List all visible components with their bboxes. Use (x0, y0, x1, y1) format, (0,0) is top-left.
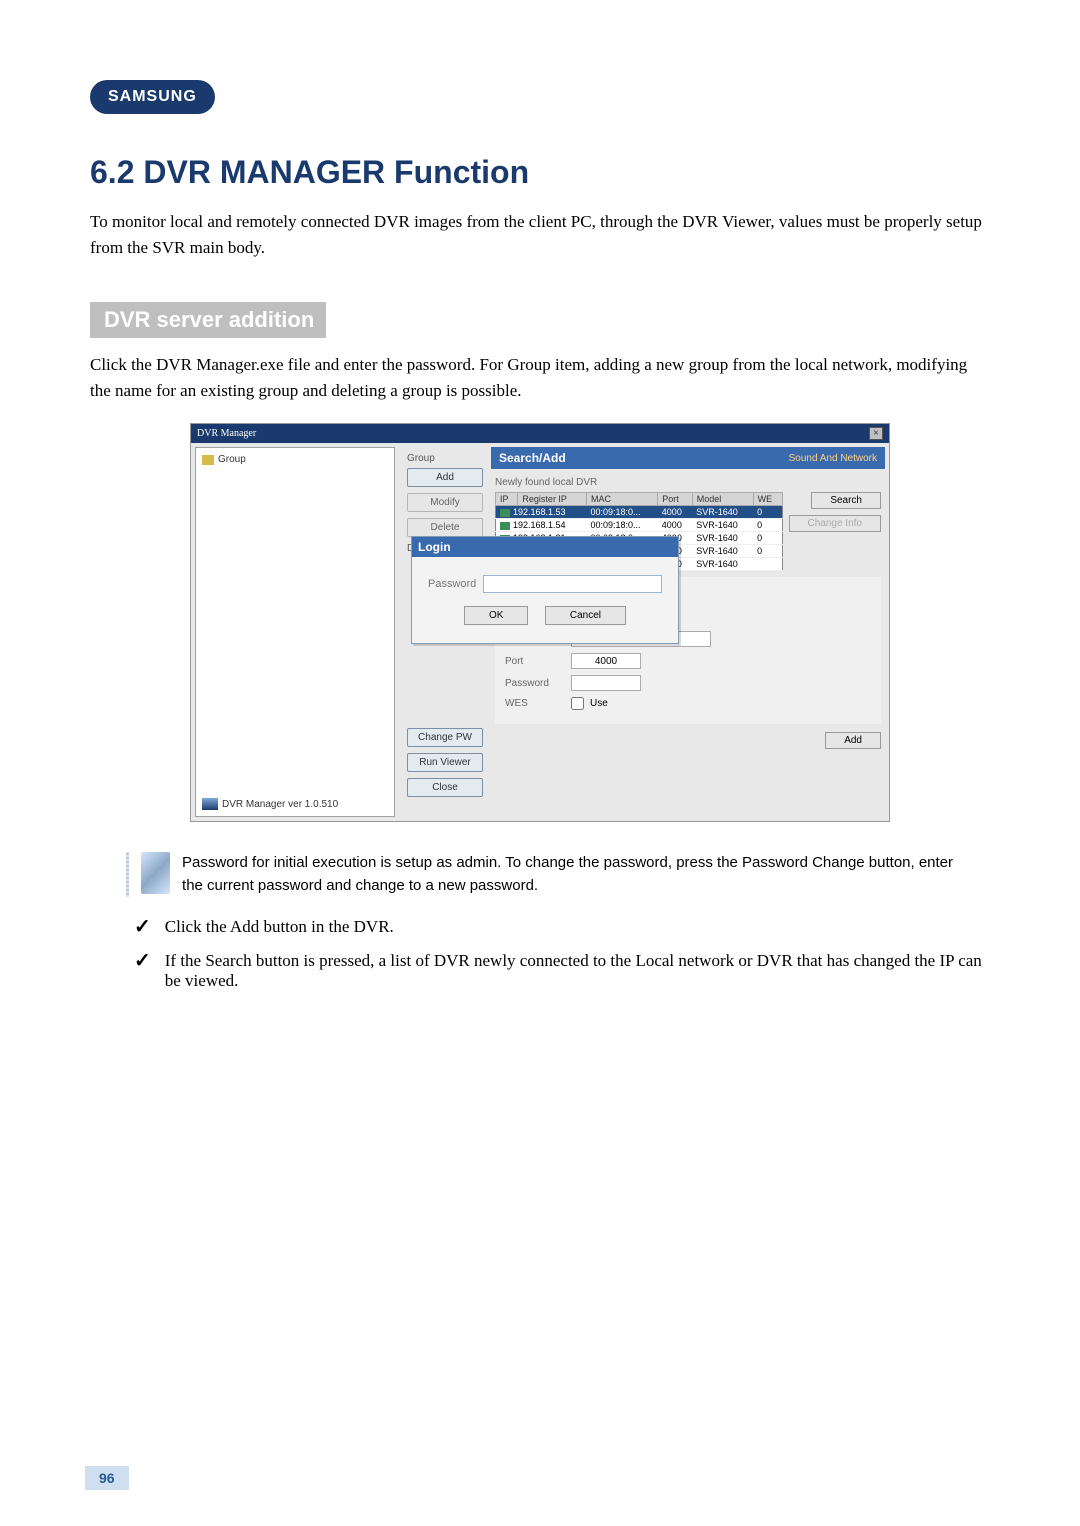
check-text-2: If the Search button is pressed, a list … (165, 951, 990, 991)
group-label: Group (407, 453, 483, 464)
group-modify-button[interactable]: Modify (407, 493, 483, 512)
section-title: 6.2 DVR MANAGER Function (90, 154, 990, 191)
cell-ip: 192.168.1.54 (513, 520, 566, 530)
version-text: DVR Manager ver 1.0.510 (222, 799, 338, 810)
paragraph-2: Click the DVR Manager.exe file and enter… (90, 352, 990, 403)
check-item-1: ✓ Click the Add button in the DVR. (134, 917, 990, 937)
group-delete-button[interactable]: Delete (407, 518, 483, 537)
check-icon: ✓ (134, 917, 151, 937)
change-info-button[interactable]: Change Info (789, 515, 882, 532)
login-title: Login (412, 537, 678, 557)
subsection-title: DVR server addition (90, 302, 326, 338)
port-label: Port (505, 656, 565, 667)
monitor-icon (500, 522, 510, 530)
login-password-input[interactable] (483, 575, 662, 593)
cell-model: SVR-1640 (692, 519, 753, 532)
tip-block: Password for initial execution is setup … (126, 852, 970, 897)
check-icon: ✓ (134, 951, 151, 971)
section-number: 6.2 (90, 154, 134, 190)
tree-root-label: Group (218, 454, 246, 465)
col-model[interactable]: Model (692, 493, 753, 506)
table-row[interactable]: 192.168.1.54 00:09:18:0... 4000 SVR-1640… (496, 519, 783, 532)
window-title: DVR Manager (197, 428, 256, 439)
password-label-form: Password (505, 678, 565, 689)
run-viewer-button[interactable]: Run Viewer (407, 753, 483, 772)
group-add-button[interactable]: Add (407, 468, 483, 487)
login-cancel-button[interactable]: Cancel (545, 606, 626, 625)
change-pw-button[interactable]: Change PW (407, 728, 483, 747)
note-icon (141, 852, 170, 894)
cell-model: SVR-1640 (692, 532, 753, 545)
password-input-form[interactable] (571, 675, 641, 691)
login-dialog: Login Password OK Cancel (411, 536, 679, 644)
version-line: DVR Manager ver 1.0.510 (202, 798, 338, 810)
cell-ip: 192.168.1.53 (513, 507, 566, 517)
check-text-1: Click the Add button in the DVR. (165, 917, 394, 937)
table-row[interactable]: 192.168.1.53 00:09:18:0... 4000 SVR-1640… (496, 506, 783, 519)
folder-icon (202, 455, 214, 465)
monitor-icon (500, 509, 510, 517)
cell-model: SVR-1640 (692, 545, 753, 558)
cell-we: 0 (753, 532, 782, 545)
window-close-button[interactable]: × (869, 427, 883, 440)
login-ok-button[interactable]: OK (464, 606, 528, 625)
intro-paragraph: To monitor local and remotely connected … (90, 209, 990, 260)
sound-network-link[interactable]: Sound And Network (789, 453, 877, 464)
dvr-manager-window: DVR Manager × Group DVR Manager ver 1.0.… (190, 423, 890, 822)
cell-we: 0 (753, 519, 782, 532)
tip-text: Password for initial execution is setup … (182, 852, 970, 897)
col-mac[interactable]: MAC (586, 493, 657, 506)
tip-side-band (126, 852, 129, 897)
page-number: 96 (85, 1466, 129, 1490)
cell-port: 4000 (658, 519, 692, 532)
search-add-title: Search/Add (499, 451, 566, 465)
cell-port: 4000 (658, 506, 692, 519)
cell-mac: 00:09:18:0... (586, 506, 657, 519)
tree-panel: Group DVR Manager ver 1.0.510 (195, 447, 395, 817)
tree-root-group[interactable]: Group (202, 454, 388, 465)
wes-use-checkbox[interactable] (571, 697, 584, 710)
check-item-2: ✓ If the Search button is pressed, a lis… (134, 951, 990, 991)
cell-we: 0 (753, 506, 782, 519)
close-button[interactable]: Close (407, 778, 483, 797)
app-icon (202, 798, 218, 810)
port-input[interactable] (571, 653, 641, 669)
search-button[interactable]: Search (811, 492, 881, 509)
col-ip[interactable]: IP (496, 493, 518, 506)
col-we[interactable]: WE (753, 493, 782, 506)
wes-use-text: Use (590, 698, 608, 709)
window-titlebar: DVR Manager × (191, 424, 889, 443)
add-dvr-button[interactable]: Add (825, 732, 881, 749)
section-name: DVR MANAGER Function (143, 154, 529, 190)
col-port[interactable]: Port (658, 493, 692, 506)
cell-mac: 00:09:18:0... (586, 519, 657, 532)
col-regip[interactable]: Register IP (518, 493, 587, 506)
cell-model: SVR-1640 (692, 558, 753, 571)
search-add-bar: Search/Add Sound And Network (491, 447, 885, 469)
found-label: Newly found local DVR (495, 477, 881, 488)
cell-we: 0 (753, 545, 782, 558)
login-password-label: Password (428, 578, 477, 590)
wes-label: WES (505, 698, 565, 709)
brand-logo: SAMSUNG (90, 80, 215, 114)
cell-model: SVR-1640 (692, 506, 753, 519)
